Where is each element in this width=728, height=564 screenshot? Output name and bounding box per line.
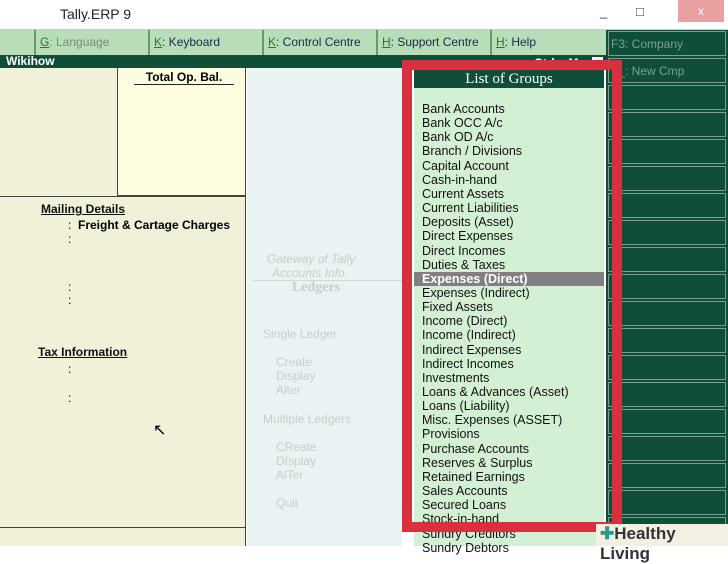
function-key-button[interactable]: F_: New Cmp: [608, 58, 726, 83]
ledger-left-top: [0, 68, 118, 196]
colon: :: [68, 362, 72, 376]
breadcrumb-gateway[interactable]: Gateway of Tally: [267, 252, 355, 266]
function-key-button[interactable]: [608, 409, 726, 434]
menu-display[interactable]: Display: [276, 369, 315, 383]
colon: :: [68, 232, 72, 246]
function-key-button[interactable]: [608, 355, 726, 380]
menu-multi-alter[interactable]: AlTer: [276, 468, 303, 482]
mailing-details-label: Mailing Details: [41, 202, 126, 216]
balance-box: Total Op. Bal.: [118, 68, 246, 196]
function-key-button[interactable]: [608, 490, 726, 515]
menu-quit[interactable]: Quit: [276, 496, 298, 510]
breadcrumb-accounts-info[interactable]: Accounts Info.: [272, 266, 348, 280]
toolbar-button[interactable]: H: Help: [490, 30, 606, 55]
shortcut-key: H: [496, 35, 505, 49]
watermark: ✚Healthy Living: [596, 524, 728, 563]
toolbar-button[interactable]: K: Keyboard: [148, 30, 262, 55]
highlight-box: [402, 60, 622, 532]
function-key-button[interactable]: [608, 220, 726, 245]
shortcut-key: K: [268, 35, 277, 49]
colon: :: [68, 280, 72, 294]
function-key-button[interactable]: [608, 85, 726, 110]
mouse-cursor-icon: ↖: [153, 422, 167, 439]
single-ledger-heading: Single Ledger: [263, 327, 338, 341]
toolbar-button[interactable]: H: Support Centre: [376, 30, 490, 55]
colon: :: [68, 218, 72, 232]
toolbar-label: : Keyboard: [162, 35, 221, 49]
toolbar-label: : Language: [49, 35, 110, 49]
function-key-button[interactable]: [608, 166, 726, 191]
minimize-button[interactable]: _: [600, 4, 607, 19]
function-key-button[interactable]: [608, 436, 726, 461]
toolbar-button[interactable]: G: Language: [34, 30, 148, 55]
tax-information-label: Tax Information: [38, 345, 128, 359]
group-item[interactable]: Sundry Debtors: [414, 541, 604, 555]
shortcut-key: G: [40, 35, 50, 49]
function-key-button[interactable]: F3: Company: [608, 31, 726, 56]
maximize-button[interactable]: □: [636, 4, 644, 19]
plus-icon: ✚: [600, 524, 615, 543]
mailing-name-field[interactable]: Freight & Cartage Charges: [78, 218, 230, 232]
multiple-ledgers-heading: Multiple Ledgers: [263, 412, 352, 426]
function-key-button[interactable]: [608, 301, 726, 326]
function-key-button[interactable]: [608, 274, 726, 299]
menu-multi-create[interactable]: CReate: [276, 440, 317, 454]
menu-title: Ledgers: [292, 280, 341, 295]
menu-create[interactable]: Create: [276, 355, 312, 369]
function-key-button[interactable]: [608, 139, 726, 164]
function-key-button[interactable]: [608, 193, 726, 218]
total-op-bal-label: Total Op. Bal.: [134, 70, 234, 85]
menu-multi-display[interactable]: DIsplay: [276, 454, 316, 468]
right-button-panel: F3: Company F_: New Cmp: [606, 30, 728, 546]
ledger-details: Mailing Details : Freight & Cartage Char…: [0, 196, 246, 546]
toolbar-label: : Control Centre: [276, 35, 361, 49]
shortcut-key: K: [154, 35, 163, 49]
function-key-button[interactable]: [608, 112, 726, 137]
toolbar-button[interactable]: K: Control Centre: [262, 30, 376, 55]
divider: [0, 527, 246, 528]
toolbar-label: : Help: [504, 35, 537, 49]
toolbar: G: Language K: Keyboard K: Control Centre H…: [0, 30, 606, 55]
close-button[interactable]: x: [678, 0, 724, 22]
function-key-button[interactable]: [608, 382, 726, 407]
colon: :: [68, 293, 72, 307]
colon: :: [68, 391, 72, 405]
ledgers-menu: Gateway of Tally Accounts Info. Ledgers …: [247, 68, 402, 546]
function-key-button[interactable]: [608, 463, 726, 488]
window-title: Tally.ERP 9: [60, 6, 132, 22]
shortcut-key: H: [382, 35, 391, 49]
title-bar: Tally.ERP 9 _ □ x: [0, 0, 728, 30]
function-key-button[interactable]: [608, 328, 726, 353]
toolbar-label: : Support Centre: [390, 35, 479, 49]
function-key-button[interactable]: [608, 247, 726, 272]
menu-alter[interactable]: Alter: [276, 383, 301, 397]
company-name: Wikihow: [6, 54, 55, 68]
